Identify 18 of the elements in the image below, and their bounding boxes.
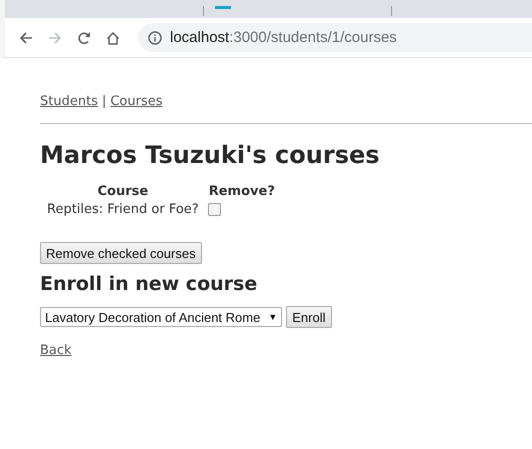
address-bar[interactable]: localhost:3000/students/1/courses xyxy=(138,23,532,52)
course-dropdown[interactable]: Lavatory Decoration of Ancient Rome ▼ xyxy=(40,307,282,327)
column-header: Course xyxy=(96,184,150,199)
course-name: Reptiles: Friend or Foe? xyxy=(47,202,199,217)
reload-icon[interactable] xyxy=(77,30,91,44)
remove-courses-button[interactable]: Remove checked courses xyxy=(40,242,202,264)
section-heading: Enroll in new course xyxy=(40,273,258,295)
remove-checkbox[interactable] xyxy=(208,202,221,216)
info-icon[interactable] xyxy=(148,30,162,44)
back-link[interactable]: Back xyxy=(40,343,72,358)
column-header: Remove? xyxy=(208,184,276,199)
enroll-button[interactable]: Enroll xyxy=(286,306,332,328)
home-icon[interactable] xyxy=(106,30,120,44)
nav-separator: | xyxy=(102,94,106,111)
courses-link[interactable]: Courses xyxy=(110,94,163,114)
back-icon[interactable] xyxy=(19,30,33,44)
page-heading: Marcos Tsuzuki's courses xyxy=(40,141,381,169)
students-link[interactable]: Students xyxy=(40,94,98,114)
